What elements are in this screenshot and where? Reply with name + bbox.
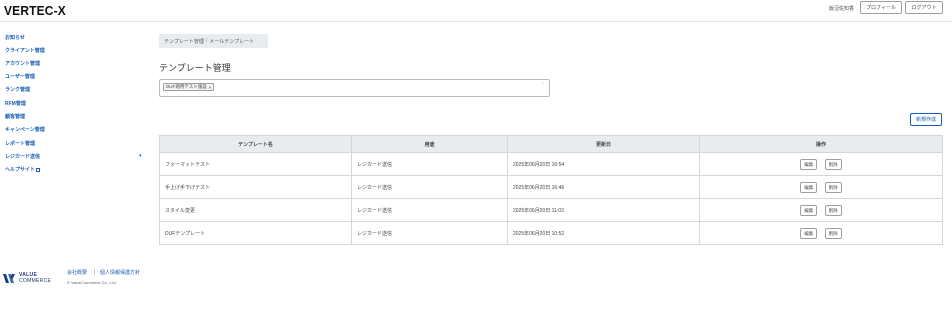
close-icon[interactable]: × [209,85,212,90]
copyright-text: © ValueCommerce Co., Ltd. [67,280,117,285]
usage-cell: レジカード送信 [351,175,508,199]
edit-button[interactable]: 編集 [800,181,818,193]
page-title: テンプレート管理 [159,63,231,73]
template-name-cell: DUFテンプレート [159,221,352,245]
delete-button[interactable]: 削除 [824,204,842,216]
breadcrumb-separator: / [205,38,208,44]
sidebar-item-customers[interactable]: 顧客管理 [5,113,25,120]
actions-cell: 編集 削除 [699,198,943,222]
column-header-name: テンプレート名 [159,135,352,153]
breadcrumb-parent[interactable]: テンプレート管理 [164,38,204,45]
sidebar-item-reports[interactable]: レポート管理 [5,140,35,147]
create-template-button[interactable]: 新規作成 [910,113,942,126]
delete-button[interactable]: 削除 [824,181,842,193]
column-header-usage: 用途 [351,135,508,153]
external-link-icon [36,167,41,172]
usage-cell: レジカード送信 [351,221,508,245]
sidebar-item-help-label: ヘルプサイト [5,167,36,173]
table-row: DUFテンプレート レジカード送信 2025年06月20日 10:52 編集 削… [159,221,943,245]
logout-button[interactable]: ログアウト [905,1,943,14]
breadcrumb-current: メールテンプレート [209,38,255,45]
updated-cell: 2025年06月20日 11:03 [507,198,700,222]
brand-text-line2: COMMERCE [19,278,52,284]
sidebar-item-campaigns[interactable]: キャンペーン管理 [5,126,45,133]
sidebar-item-users[interactable]: ユーザー管理 [5,73,35,80]
delete-button[interactable]: 削除 [824,227,842,239]
footer-divider [94,269,95,275]
company-link[interactable]: 会社概要 [67,269,87,276]
column-header-updated: 更新日 [507,135,700,153]
actions-cell: 編集 削除 [699,221,943,245]
breadcrumb: テンプレート管理 / メールテンプレート [159,34,268,48]
dropdown-caret-icon[interactable]: ˇ [542,83,544,89]
usage-cell: レジカード送信 [351,198,508,222]
value-commerce-logo-icon [3,274,15,283]
template-table: テンプレート名 用途 更新日 操作 フォーマットテスト レジカード送信 2025… [159,135,943,245]
chevron-down-icon[interactable]: ▾ [139,153,142,159]
sidebar-item-clients[interactable]: クライアント管理 [5,47,45,54]
edit-button[interactable]: 編集 [800,227,818,239]
facility-filter-select[interactable]: DUF適用テスト施設 × ˇ [159,79,550,97]
privacy-link[interactable]: 個人情報保護方針 [100,269,140,276]
column-header-actions: 操作 [699,135,943,153]
delete-button[interactable]: 削除 [824,158,842,170]
sidebar-item-news[interactable]: お知らせ [5,34,25,41]
sidebar-item-accounts[interactable]: アカウント管理 [5,60,40,67]
table-row: フォーマットテスト レジカード送信 2025年06月20日 16:54 編集 削… [159,152,943,176]
table-row: スタイル変更 レジカード送信 2025年06月20日 11:03 編集 削除 [159,198,943,222]
sidebar-item-regcard[interactable]: レジカード送信 [5,153,40,160]
profile-button[interactable]: プロフィール [860,1,902,14]
edit-button[interactable]: 編集 [800,158,818,170]
table-row: 手上げ手下げテスト レジカード送信 2025年06月20日 16:46 編集 削… [159,175,943,199]
actions-cell: 編集 削除 [699,152,943,176]
top-header: VERTEC-X 飯沼佐知香 プロフィール ログアウト [0,0,952,22]
edit-button[interactable]: 編集 [800,204,818,216]
actions-cell: 編集 削除 [699,175,943,199]
user-name: 飯沼佐知香 [829,6,855,12]
sidebar-item-rfm[interactable]: RFM管理 [5,100,26,107]
template-name-cell: スタイル変更 [159,198,352,222]
table-header-row: テンプレート名 用途 更新日 操作 [159,135,943,153]
updated-cell: 2025年06月20日 10:52 [507,221,700,245]
usage-cell: レジカード送信 [351,152,508,176]
chip-label: DUF適用テスト施設 [166,84,207,89]
template-name-cell: 手上げ手下げテスト [159,175,352,199]
sidebar-item-ranks[interactable]: ランク管理 [5,86,30,93]
sidebar-item-help[interactable]: ヘルプサイト [5,166,41,173]
updated-cell: 2025年06月20日 16:46 [507,175,700,199]
template-name-cell: フォーマットテスト [159,152,352,176]
updated-cell: 2025年06月20日 16:54 [507,152,700,176]
selected-facility-chip: DUF適用テスト施設 × [163,83,215,91]
app-logo[interactable]: VERTEC-X [4,3,66,18]
